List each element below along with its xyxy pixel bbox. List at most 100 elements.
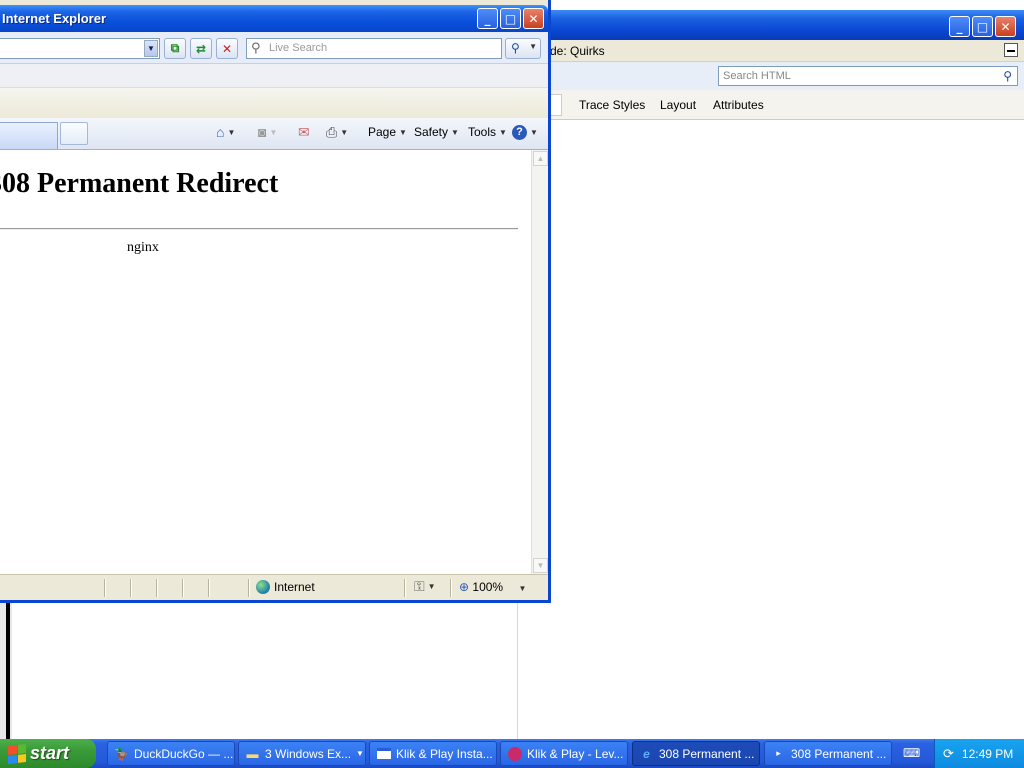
read-mail-button[interactable]: ✉ — [298, 125, 310, 139]
chevron-down-icon[interactable]: ▼ — [340, 128, 348, 137]
keyboard-icon[interactable]: ⌨ — [903, 746, 920, 760]
security-zone[interactable]: Internet — [256, 580, 315, 594]
windows-logo-icon — [8, 743, 26, 764]
chevron-down-icon[interactable]: ▼ — [529, 42, 537, 51]
tools-menu[interactable]: Tools ▼ — [468, 125, 507, 139]
minimize-icon[interactable]: _ — [949, 16, 970, 37]
links-bar — [0, 88, 548, 120]
printer-icon: ⎙ — [326, 124, 338, 140]
tab-trace-styles[interactable]: Trace Styles — [579, 98, 645, 112]
search-icon[interactable]: ⚲ — [1003, 69, 1012, 83]
chevron-down-icon: ▼ — [356, 749, 364, 758]
chevron-down-icon: ▼ — [530, 128, 538, 137]
live-search-input[interactable]: ⚲ Live Search — [246, 38, 502, 59]
desktop-strip — [548, 0, 1024, 10]
tools-menu-label: Tools — [468, 125, 497, 139]
zoom-level[interactable]: ⊕ 100% ▼ — [459, 580, 526, 594]
taskbar-item-label: Klik & Play - Lev... — [527, 746, 624, 761]
search-button[interactable]: ⚲ ▼ — [505, 38, 541, 59]
chevron-down-icon: ▼ — [499, 127, 507, 137]
close-icon[interactable]: ✕ — [523, 8, 544, 29]
tab-attributes[interactable]: Attributes — [713, 98, 764, 112]
refresh-icon[interactable]: ⇄ — [190, 38, 212, 59]
home-button[interactable]: ⌂ ▼ — [216, 125, 235, 139]
lock-icon: ⚿ — [414, 578, 425, 594]
search-icon: ⚲ — [251, 40, 261, 55]
chevron-down-icon: ▼ — [399, 127, 407, 137]
klik-play-icon — [507, 746, 522, 761]
tab-layout[interactable]: Layout — [660, 98, 696, 112]
compatibility-view-button[interactable]: ⧉ — [164, 38, 186, 59]
taskbar: start 🦆 DuckDuckGo — ... ▬ 3 Windows Ex.… — [0, 739, 1024, 768]
mail-icon: ✉ — [298, 124, 310, 140]
print-button[interactable]: ⎙ ▼ — [326, 125, 348, 139]
window-title: Internet Explorer — [2, 11, 107, 26]
clock[interactable]: 12:49 PM — [962, 747, 1013, 761]
search-html-input[interactable]: Search HTML ⚲ — [718, 66, 1018, 86]
scroll-down-icon[interactable]: ▼ — [533, 558, 548, 573]
devtools-icon: ▸ — [776, 748, 781, 758]
taskbar-item-duckduckgo[interactable]: 🦆 DuckDuckGo — ... — [107, 741, 235, 766]
dev-tools-mode-bar: de: Quirks — [548, 40, 1024, 62]
document-mode-label[interactable]: de: Quirks — [550, 44, 605, 58]
protected-mode-button[interactable]: ⚿ ▼ — [414, 579, 436, 593]
minimize-pane-icon[interactable] — [1004, 43, 1018, 57]
home-icon: ⌂ — [216, 124, 225, 140]
close-icon[interactable]: ✕ — [995, 16, 1016, 37]
status-divider — [156, 579, 158, 597]
server-signature: nginx — [127, 240, 159, 255]
status-divider — [104, 579, 106, 597]
stop-icon[interactable]: ✕ — [216, 38, 238, 59]
chevron-down-icon: ▼ — [427, 581, 436, 591]
chevron-down-icon[interactable]: ▼ — [227, 128, 235, 137]
status-divider — [404, 579, 406, 597]
safety-menu-label: Safety — [414, 125, 449, 139]
status-bar: Internet ⚿ ▼ ⊕ 100% ▼ — [0, 574, 548, 600]
folder-icon: ▬ — [246, 746, 259, 761]
safety-menu[interactable]: Safety ▼ — [414, 125, 459, 139]
system-tray: ⟳ 12:49 PM — [934, 739, 1024, 768]
taskbar-item-ie-308[interactable]: e 308 Permanent ... — [632, 741, 760, 766]
security-zone-label: Internet — [274, 580, 315, 594]
page-menu[interactable]: Page ▼ — [368, 125, 407, 139]
tab-current-page[interactable] — [0, 122, 58, 149]
dom-tree-pane[interactable] — [0, 600, 518, 740]
ie-titlebar[interactable]: Internet Explorer _ □ ✕ — [0, 5, 548, 32]
page-content[interactable]: 308 Permanent Redirect nginx ▲ ▼ — [0, 150, 548, 574]
help-icon: ? — [512, 125, 527, 140]
status-divider — [130, 579, 132, 597]
status-divider — [208, 579, 210, 597]
status-divider — [248, 579, 250, 597]
maximize-icon[interactable]: □ — [500, 8, 521, 29]
scroll-up-icon[interactable]: ▲ — [533, 151, 548, 166]
maximize-icon[interactable]: □ — [972, 16, 993, 37]
dev-tools-tabs: Trace Styles Layout Attributes — [548, 90, 1024, 120]
dev-tools-search-bar: Search HTML ⚲ — [548, 62, 1024, 90]
tab-row: ⌂ ▼ ◙ ▼ ✉ ⎙ ▼ Page ▼ Safety ▼ Tools ▼ ? … — [0, 118, 548, 150]
start-label: start — [30, 743, 70, 763]
taskbar-item-devtools-308[interactable]: ▸ 308 Permanent ... — [764, 741, 892, 766]
chevron-down-icon[interactable]: ▼ — [518, 584, 526, 593]
live-search-placeholder: Live Search — [269, 42, 328, 54]
new-tab-button[interactable] — [60, 122, 88, 145]
network-icon[interactable]: ⟳ — [943, 746, 954, 762]
zoom-icon: ⊕ — [459, 580, 470, 594]
chevron-down-icon: ▼ — [451, 127, 459, 137]
address-input[interactable]: ▼ — [0, 38, 160, 59]
internet-explorer-window: Internet Explorer _ □ ✕ ▼ ⧉ ⇄ ✕ ⚲ Live S… — [0, 0, 551, 603]
dev-tools-window-controls: _ □ ✕ — [949, 16, 1016, 37]
chevron-down-icon[interactable]: ▼ — [144, 40, 158, 57]
taskbar-item-klik-play-level[interactable]: Klik & Play - Lev... — [500, 741, 628, 766]
minimize-icon[interactable]: _ — [477, 8, 498, 29]
taskbar-item-label: 308 Permanent ... — [659, 746, 755, 761]
globe-icon — [256, 580, 270, 594]
start-button[interactable]: start — [0, 739, 96, 768]
feeds-button[interactable]: ◙ ▼ — [258, 125, 277, 139]
help-menu[interactable]: ? ▼ — [512, 125, 538, 140]
taskbar-item-windows-explorer[interactable]: ▬ 3 Windows Ex... ▼ — [238, 741, 366, 766]
taskbar-item-klik-play-install[interactable]: Klik & Play Insta... — [369, 741, 497, 766]
taskbar-item-label: 308 Permanent ... — [791, 746, 887, 761]
page-heading: 308 Permanent Redirect — [0, 168, 279, 199]
vertical-scrollbar[interactable]: ▲ ▼ — [531, 150, 548, 574]
taskbar-item-label: 3 Windows Ex... — [265, 746, 352, 761]
